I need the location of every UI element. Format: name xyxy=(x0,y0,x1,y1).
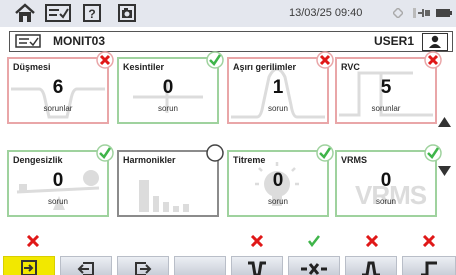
swell-filter-button[interactable] xyxy=(345,256,397,275)
blank-button xyxy=(174,256,226,275)
dip-icon xyxy=(248,261,266,275)
tile-title: Dengesizlik xyxy=(13,155,63,165)
error-mark-icon xyxy=(250,235,264,247)
user-label: USER1 xyxy=(373,34,414,48)
error-icon xyxy=(316,51,334,69)
tile-unit: sorunlar xyxy=(371,104,401,113)
list-check-icon[interactable] xyxy=(45,3,71,24)
home-icon[interactable] xyxy=(14,3,36,24)
top-toolbar: ? 13/03/25 09:40 xyxy=(0,0,456,27)
tile-unit: sorun xyxy=(157,104,178,113)
camera-icon[interactable] xyxy=(118,3,136,24)
rvc-filter-button[interactable] xyxy=(402,256,456,275)
tile-unit: sorun xyxy=(375,197,396,206)
tile-unit: sorunlar xyxy=(43,104,73,113)
error-mark-icon xyxy=(422,235,436,247)
tile-count: 0 xyxy=(272,170,284,191)
tile-title: VRMS xyxy=(341,155,368,165)
user-button[interactable] xyxy=(422,33,448,51)
tile-count: 1 xyxy=(272,77,284,98)
error-mark-icon xyxy=(26,235,40,247)
tile-title: Düşmesi xyxy=(13,62,51,72)
import-icon xyxy=(77,262,94,275)
battery-icon xyxy=(436,9,452,30)
check-mark-icon xyxy=(308,235,320,247)
export-button[interactable] xyxy=(117,256,169,275)
tile-count: 5 xyxy=(380,77,392,98)
tile-count: 0 xyxy=(162,77,174,98)
list-check-icon xyxy=(15,34,41,53)
check-icon xyxy=(316,144,334,162)
export-icon xyxy=(135,262,152,275)
error-icon xyxy=(96,51,114,69)
datetime-label: 13/03/25 09:40 xyxy=(289,7,363,19)
tile-count: 0 xyxy=(380,170,392,191)
error-icon xyxy=(424,51,442,69)
tile-dips[interactable]: Düşmesi 6 sorunlar xyxy=(7,51,114,124)
tile-unbalance[interactable]: Dengesizlik 0 sorun xyxy=(7,144,114,217)
load-file-icon xyxy=(21,260,37,275)
interruption-icon xyxy=(301,263,327,275)
tile-interruptions[interactable]: Kesintiler 0 sorun xyxy=(117,51,224,124)
tile-title: Kesintiler xyxy=(123,62,165,72)
check-icon xyxy=(96,144,114,162)
tile-title: Titreme xyxy=(233,155,266,165)
check-icon xyxy=(424,144,442,162)
user-icon xyxy=(429,35,441,48)
scroll-down-icon[interactable] xyxy=(437,163,452,178)
swell-icon xyxy=(362,261,380,275)
title-bar: MONIT03 USER1 xyxy=(9,31,453,52)
tile-flicker[interactable]: Titreme 0 sorun xyxy=(227,144,334,217)
tile-vrms[interactable]: VRMS VRMS 0 sorun xyxy=(335,144,442,217)
page-title: MONIT03 xyxy=(53,34,106,48)
tile-swells[interactable]: Aşırı gerilimler 1 sorun xyxy=(227,51,334,124)
tile-rvc[interactable]: RVC 5 sorunlar xyxy=(335,51,442,124)
scroll-up-icon[interactable] xyxy=(437,115,452,130)
sync-icon xyxy=(393,8,403,29)
tile-unit: sorun xyxy=(267,197,288,206)
network-icon xyxy=(413,7,431,28)
tile-title: RVC xyxy=(341,62,360,72)
interruption-filter-button[interactable] xyxy=(288,256,340,275)
empty-status-icon xyxy=(206,144,224,162)
tile-title: Harmonikler xyxy=(123,155,176,165)
dip-filter-button[interactable] xyxy=(231,256,283,275)
tile-count: 0 xyxy=(52,170,64,191)
rvc-icon xyxy=(421,261,437,275)
check-icon xyxy=(206,51,224,69)
load-file-button[interactable] xyxy=(3,256,55,275)
help-icon[interactable]: ? xyxy=(83,3,101,24)
svg-text:?: ? xyxy=(88,7,95,21)
error-mark-icon xyxy=(365,235,379,247)
tile-harmonics[interactable]: Harmonikler xyxy=(117,144,224,217)
tile-title: Aşırı gerilimler xyxy=(233,62,297,72)
tile-count: 6 xyxy=(52,77,64,98)
tile-unit: sorun xyxy=(47,197,68,206)
tile-unit: sorun xyxy=(267,104,288,113)
import-button[interactable] xyxy=(60,256,112,275)
